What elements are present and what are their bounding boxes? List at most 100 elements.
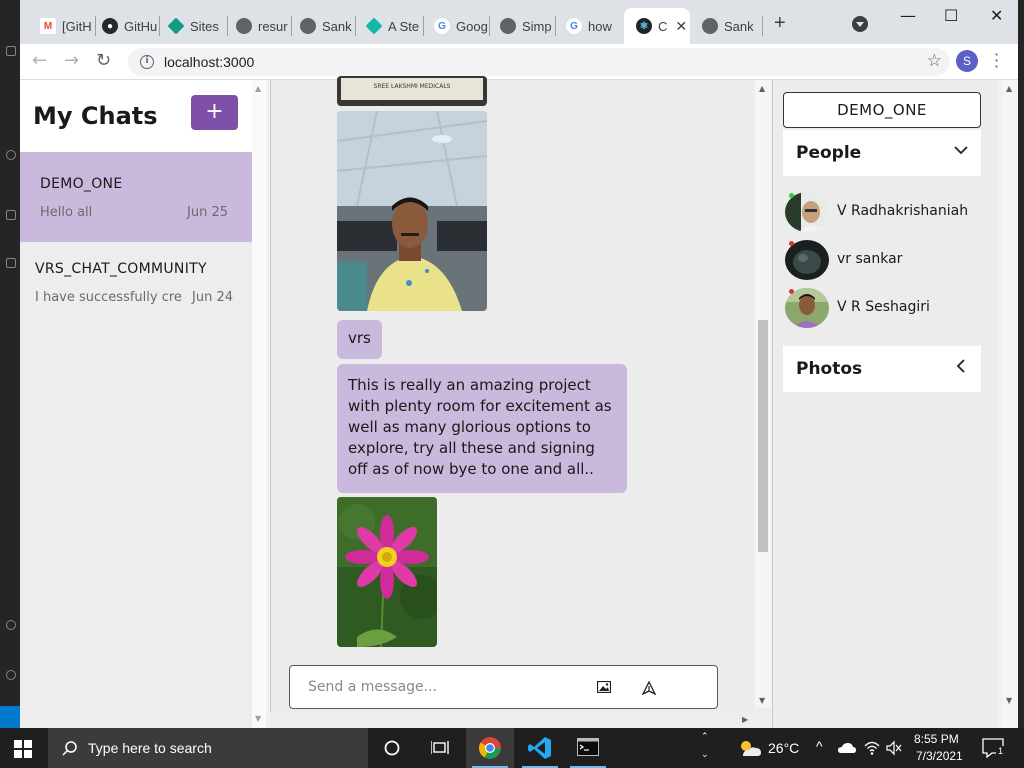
maximize-button[interactable]: ☐	[944, 6, 958, 25]
chat-last-message: Hello all	[40, 205, 93, 220]
photos-header-label: Photos	[796, 359, 863, 379]
reload-icon[interactable]: ↻	[96, 50, 111, 71]
browser-tab-active[interactable]: ⚛ C ✕	[624, 8, 690, 44]
message-image[interactable]	[337, 497, 437, 647]
scroll-up-icon[interactable]: ▲	[759, 84, 765, 93]
github-icon: ●	[102, 18, 118, 34]
scrollbar-thumb[interactable]	[758, 320, 768, 552]
tab-label: Goog	[456, 18, 488, 34]
chat-name: DEMO_ONE	[40, 176, 123, 192]
vscode-taskbar-button[interactable]	[516, 728, 564, 768]
show-hidden-icons-icon[interactable]: ^	[816, 738, 823, 754]
minimize-button[interactable]: —	[900, 6, 916, 25]
browser-tab[interactable]: G Goog	[422, 8, 488, 44]
vscode-icon	[528, 737, 551, 759]
globe-icon	[236, 18, 252, 34]
browser-tab[interactable]: Sank	[690, 8, 760, 44]
react-icon: ⚛	[636, 18, 652, 34]
windows-start-icon[interactable]	[14, 740, 32, 758]
address-bar[interactable]: i localhost:3000 ☆	[128, 48, 950, 76]
browser-tab[interactable]: Sank	[288, 8, 352, 44]
url-text[interactable]: localhost:3000	[164, 54, 254, 70]
scroll-down-icon[interactable]: ▼	[1006, 696, 1012, 705]
close-tab-icon[interactable]: ✕	[675, 18, 687, 35]
close-window-button[interactable]: ✕	[990, 6, 1003, 25]
new-group-chat-button[interactable]: +	[191, 95, 238, 130]
person-row[interactable]: V R Seshagiri	[785, 288, 985, 328]
google-icon: G	[566, 18, 582, 34]
search-icon	[62, 741, 77, 756]
scroll-up-icon[interactable]: ▲	[1006, 84, 1012, 93]
message-line: off as of now bye to one and all..	[348, 460, 594, 478]
person-row[interactable]: V Radhakrishaniah	[785, 192, 985, 232]
tab-search-icon[interactable]	[852, 16, 868, 32]
profile-avatar[interactable]: S	[956, 50, 978, 72]
send-icon[interactable]	[642, 681, 656, 695]
people-accordion-header[interactable]: People	[783, 130, 981, 176]
forward-arrow-icon[interactable]: →	[64, 50, 79, 71]
site-info-icon[interactable]: i	[140, 55, 154, 69]
person-name: V R Seshagiri	[837, 299, 930, 315]
chat-item[interactable]: VRS_CHAT_COMMUNITY I have successfully c…	[20, 242, 252, 332]
task-view-button[interactable]	[416, 728, 464, 768]
chat-date: Jun 25	[187, 205, 228, 220]
horizontal-scrollbar[interactable]: ▶	[270, 712, 770, 728]
photos-accordion-header[interactable]: Photos	[783, 346, 981, 392]
tab-separator	[762, 16, 763, 36]
remote-icon	[6, 258, 16, 268]
windows-taskbar: Type here to search ⌃ ⌄ 26°C ^ 8:55 PM 7…	[0, 728, 1024, 768]
search-placeholder[interactable]: Type here to search	[88, 740, 212, 756]
clock-date[interactable]: 7/3/2021	[916, 749, 963, 763]
volume-muted-icon[interactable]	[886, 740, 902, 756]
browser-tab[interactable]: M [GitH	[28, 8, 94, 44]
taskbar-search-box[interactable]: Type here to search	[48, 728, 368, 768]
manage-gear-icon	[6, 670, 16, 680]
flower-photo	[337, 497, 437, 647]
new-tab-button[interactable]: +	[774, 12, 786, 35]
onedrive-cloud-icon[interactable]	[838, 742, 856, 754]
account-icon	[6, 620, 16, 630]
chevron-up-icon[interactable]: ⌃	[701, 732, 709, 742]
message-image[interactable]: SREE LAKSHMI MEDICALS	[337, 76, 487, 106]
details-scrollbar[interactable]: ▲ ▼	[1002, 80, 1018, 728]
terminal-taskbar-button[interactable]	[564, 728, 612, 768]
browser-tab[interactable]: Sites	[156, 8, 222, 44]
chat-list-scrollbar[interactable]: ▲ ▼	[252, 80, 266, 728]
tab-label: Sites	[190, 18, 219, 34]
message-input-placeholder[interactable]: Send a message...	[308, 679, 437, 695]
editor-status-strip	[0, 706, 20, 728]
message-image[interactable]	[337, 111, 487, 311]
bookmark-star-icon[interactable]: ☆	[927, 51, 942, 71]
clock-time[interactable]: 8:55 PM	[914, 732, 959, 746]
person-row[interactable]: vr sankar	[785, 240, 985, 280]
chat-scrollbar[interactable]: ▲ ▼	[755, 80, 771, 708]
browser-tab[interactable]: Simp	[488, 8, 554, 44]
chevron-down-icon[interactable]: ⌄	[701, 750, 709, 760]
taskbar-overflow-scroll[interactable]: ⌃ ⌄	[700, 732, 712, 764]
explorer-icon	[6, 46, 16, 56]
browser-tab[interactable]: A Ste	[354, 8, 420, 44]
scroll-right-icon[interactable]: ▶	[742, 715, 748, 724]
chat-window: SREE LAKSHMI MEDICALS vrs This is really…	[270, 76, 771, 728]
wifi-icon[interactable]	[864, 740, 880, 756]
scroll-up-icon[interactable]: ▲	[255, 84, 261, 93]
chat-item[interactable]: DEMO_ONE Hello all Jun 25	[20, 152, 252, 242]
more-menu-icon[interactable]: · · ·	[994, 47, 999, 75]
browser-tab[interactable]: ● GitHu	[90, 8, 158, 44]
scroll-down-icon[interactable]: ▼	[255, 714, 261, 723]
scroll-down-icon[interactable]: ▼	[759, 696, 765, 705]
temperature-text[interactable]: 26°C	[768, 740, 799, 756]
tab-label: [GitH	[62, 18, 92, 34]
browser-tab[interactable]: G how	[554, 8, 620, 44]
chevron-left-icon	[956, 359, 965, 373]
weather-icon[interactable]	[737, 738, 763, 758]
tab-label: C	[658, 18, 668, 34]
browser-tab[interactable]: resur	[224, 8, 288, 44]
attach-image-icon[interactable]	[597, 681, 611, 693]
message-composer[interactable]: Send a message...	[289, 665, 718, 709]
cortana-button[interactable]	[368, 728, 416, 768]
chrome-taskbar-button[interactable]	[466, 728, 514, 768]
room-name-button[interactable]: DEMO_ONE	[783, 92, 981, 128]
person-name: vr sankar	[837, 251, 903, 267]
back-arrow-icon[interactable]: ←	[32, 50, 47, 71]
